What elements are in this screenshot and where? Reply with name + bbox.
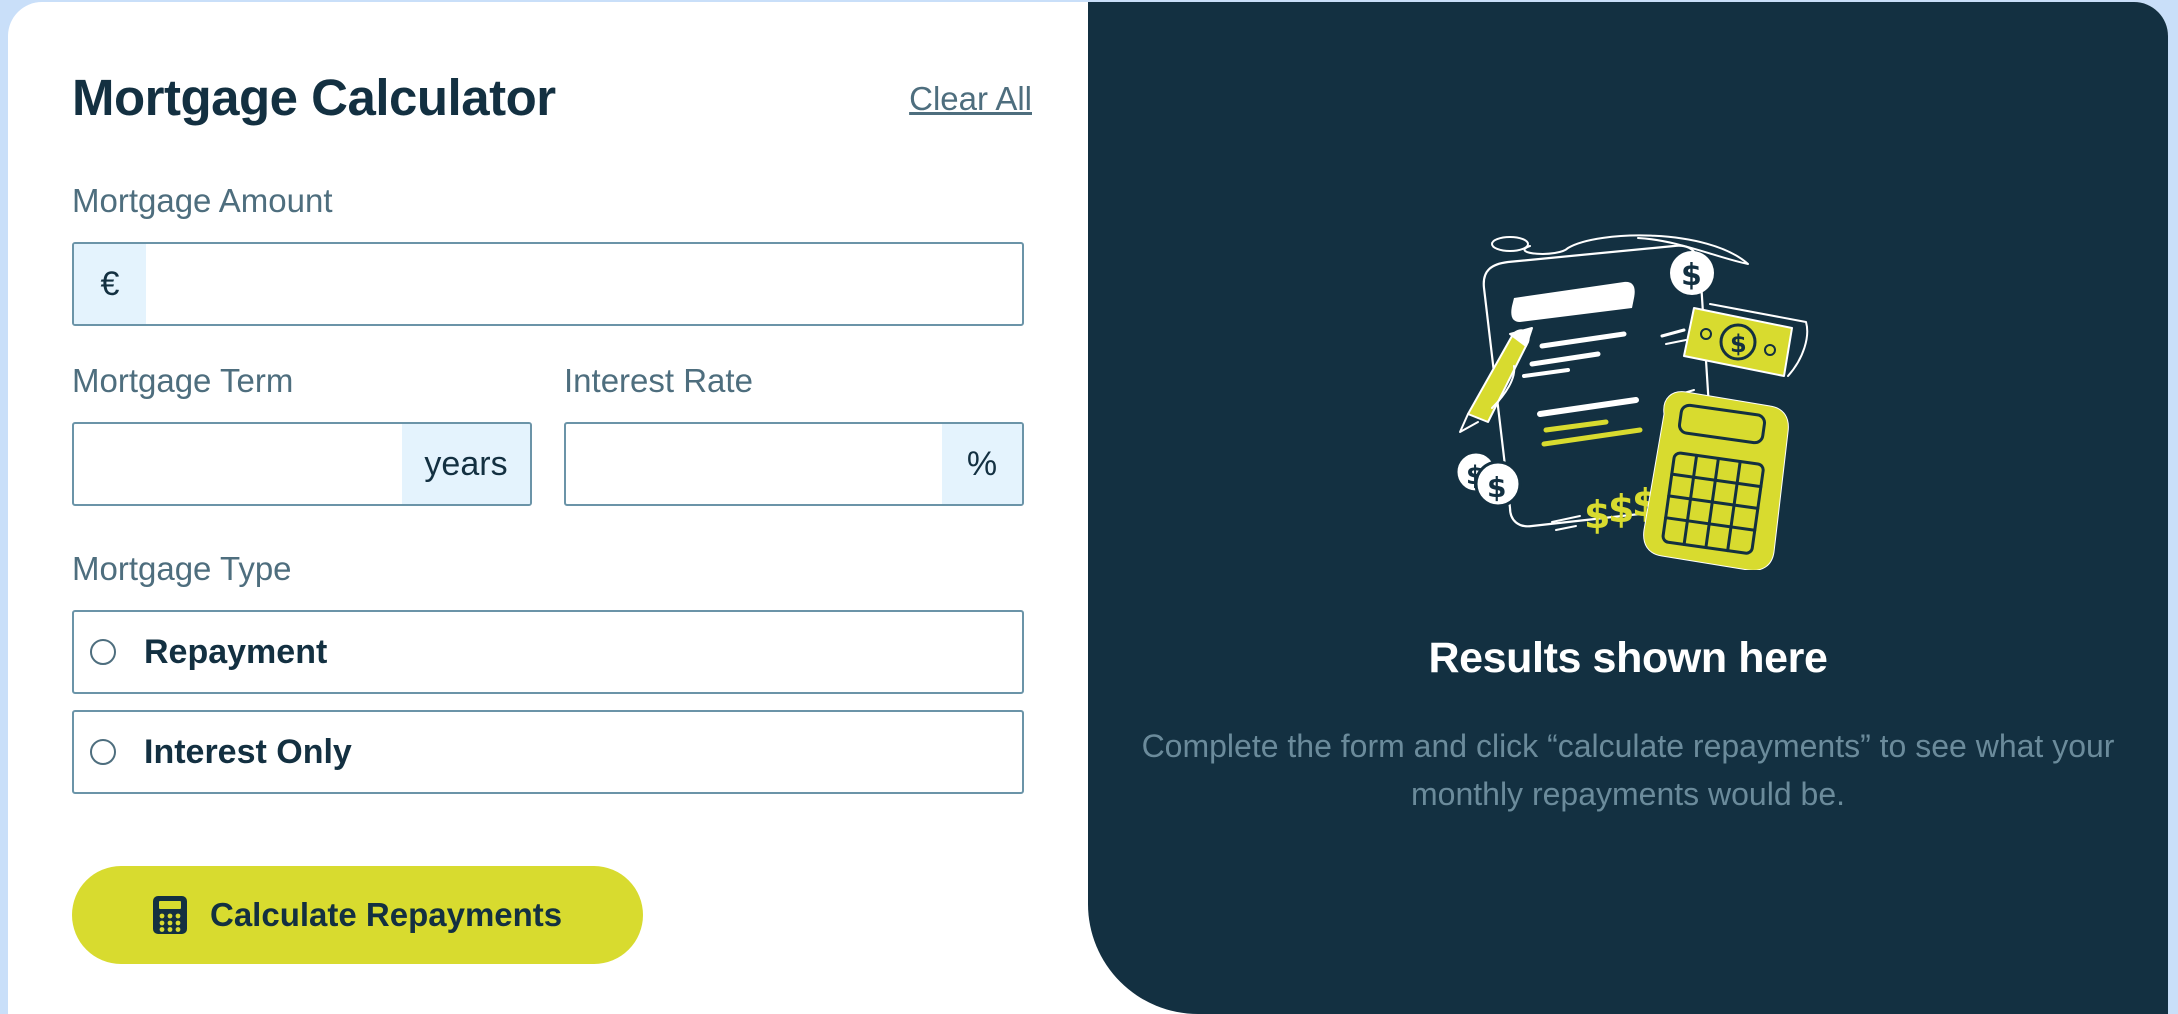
calculate-repayments-label: Calculate Repayments	[210, 896, 563, 933]
calculator-icon	[152, 895, 188, 935]
svg-text:$: $	[1681, 258, 1702, 293]
years-suffix: years	[402, 424, 530, 504]
page-title: Mortgage Calculator	[72, 69, 556, 126]
interest-rate-input[interactable]	[566, 424, 942, 504]
mortgage-amount-field: €	[72, 242, 1024, 326]
mortgage-amount-input[interactable]	[146, 244, 1022, 324]
radio-repayment[interactable]: Repayment	[72, 610, 1024, 694]
radio-repayment-label: Repayment	[144, 632, 328, 671]
mortgage-amount-label: Mortgage Amount	[72, 182, 333, 219]
radio-interest-only[interactable]: Interest Only	[72, 710, 1024, 794]
empty-results-illustration: $ $ $ $ $ $ $	[1448, 218, 1830, 571]
calculator-card: Mortgage Calculator Clear All Mortgage A…	[8, 2, 2168, 1014]
results-description: Complete the form and click “calculate r…	[1141, 728, 2115, 812]
interest-rate-label: Interest Rate	[564, 362, 753, 399]
calculate-repayments-button[interactable]: Calculate Repayments	[72, 866, 643, 964]
mortgage-term-label: Mortgage Term	[72, 362, 294, 399]
svg-text:$: $	[1584, 493, 1610, 537]
radio-interest-only-label: Interest Only	[144, 732, 352, 771]
svg-text:$: $	[1608, 487, 1634, 531]
svg-text:$: $	[1730, 330, 1747, 358]
mortgage-term-input[interactable]	[74, 424, 402, 504]
calculator-form: Mortgage Calculator Clear All Mortgage A…	[72, 2, 1032, 1014]
radio-circle-icon[interactable]	[90, 639, 116, 665]
mortgage-type-label: Mortgage Type	[72, 550, 292, 587]
radio-circle-icon[interactable]	[90, 739, 116, 765]
results-title: Results shown here	[1428, 634, 1828, 682]
mortgage-term-field: years	[72, 422, 532, 506]
svg-text:$: $	[1487, 471, 1506, 504]
clear-all-link[interactable]: Clear All	[909, 80, 1032, 118]
results-panel: $ $ $ $ $ $ $ Results shown here Complet…	[1088, 2, 2168, 1014]
currency-prefix: €	[74, 244, 146, 324]
interest-rate-field: %	[564, 422, 1024, 506]
percent-suffix: %	[942, 424, 1022, 504]
